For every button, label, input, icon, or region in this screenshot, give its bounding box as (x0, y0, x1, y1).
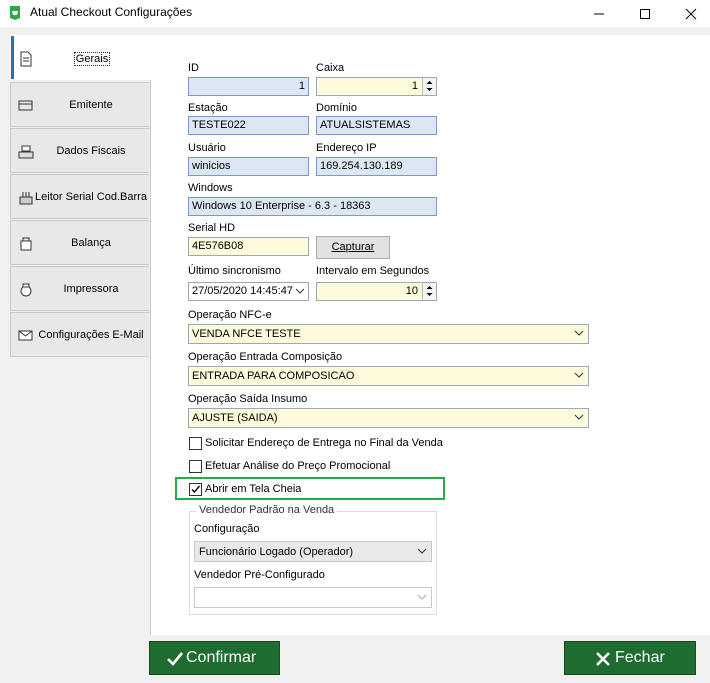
checkbox-endereco-entrega[interactable] (189, 437, 202, 450)
intervalo-spin[interactable] (422, 283, 436, 300)
windows-field[interactable]: Windows 10 Enterprise - 6.3 - 18363 (188, 197, 437, 216)
caixa-spin[interactable] (422, 78, 436, 95)
app-logo-icon (10, 6, 20, 20)
dominio-field[interactable]: ATUALSISTEMAS (316, 116, 437, 135)
tab-dados-fiscais[interactable]: Dados Fiscais (10, 128, 149, 173)
checkbox-analise-preco-label: Efetuar Análise do Preço Promocional (205, 460, 391, 472)
x-icon (596, 652, 610, 666)
vendedor-config-label: Configuração (194, 523, 260, 535)
id-field[interactable]: 1 (188, 77, 309, 96)
chevron-down-icon (417, 594, 427, 600)
ip-field[interactable]: 169.254.130.189 (316, 157, 437, 176)
highlight-frame (175, 477, 445, 500)
close-dialog-button[interactable]: Fechar (564, 641, 696, 675)
estacao-label: Estação (188, 102, 228, 114)
caret-up-icon[interactable] (423, 78, 436, 86)
tab-label: Leitor Serial Cod.Barra (35, 191, 147, 203)
estacao-field[interactable]: TESTE022 (188, 116, 309, 135)
usuario-field[interactable]: winicios (188, 157, 309, 176)
check-icon (167, 652, 184, 666)
chevron-down-icon (574, 372, 584, 378)
close-icon (685, 8, 697, 20)
active-tab-indicator (11, 36, 14, 79)
maximize-button[interactable] (622, 0, 668, 27)
serial-label: Serial HD (188, 222, 236, 234)
chevron-down-icon (574, 330, 584, 336)
op-entrada-label: Operação Entrada Composição (188, 351, 343, 363)
tab-label: Gerais (73, 52, 111, 66)
minimize-icon (594, 13, 604, 15)
usuario-label: Usuário (188, 142, 226, 154)
tab-label: Dados Fiscais (56, 145, 126, 157)
close-label: Fechar (615, 649, 665, 666)
chevron-down-icon (417, 548, 427, 554)
windows-label: Windows (188, 182, 233, 194)
window-title: Atual Checkout Configurações (30, 5, 193, 19)
vendedor-config-select[interactable]: Funcionário Logado (Operador) (194, 541, 432, 562)
chevron-down-icon (574, 414, 584, 420)
minimize-button[interactable] (576, 0, 622, 27)
tab-emitente[interactable]: Emitente (10, 82, 149, 127)
tab-configuracoes-email[interactable]: Configurações E-Mail (10, 312, 149, 357)
op-saida-value: AJUSTE (SAIDA) (192, 412, 278, 424)
capturar-button[interactable]: Capturar (316, 236, 390, 259)
intervalo-label: Intervalo em Segundos (316, 265, 430, 277)
caret-down-icon[interactable] (423, 291, 436, 299)
op-nfce-select[interactable]: VENDA NFCE TESTE (188, 324, 589, 344)
id-label: ID (188, 62, 199, 74)
intervalo-value: 10 (405, 285, 418, 297)
op-entrada-value: ENTRADA PARA COMPOSICAO (192, 370, 355, 382)
vendedor-preconf-select[interactable] (194, 587, 432, 608)
caret-up-icon[interactable] (423, 283, 436, 291)
sync-label: Último sincronismo (188, 265, 281, 277)
caixa-stepper[interactable]: 1 (316, 77, 437, 96)
title-bar: Atual Checkout Configurações (0, 0, 710, 27)
dominio-label: Domínio (316, 102, 357, 114)
op-nfce-label: Operação NFC-e (188, 309, 272, 321)
caret-down-icon[interactable] (423, 86, 436, 94)
tab-leitor-serial[interactable]: Leitor Serial Cod.Barra (10, 174, 149, 219)
serial-field[interactable]: 4E576B08 (188, 237, 309, 256)
chevron-down-icon (295, 288, 305, 294)
vendedor-config-value: Funcionário Logado (Operador) (199, 546, 354, 558)
op-nfce-value: VENDA NFCE TESTE (192, 328, 301, 340)
tab-label: Impressora (63, 283, 119, 295)
sync-datetime-picker[interactable]: 27/05/2020 14:45:47 (188, 282, 309, 301)
capturar-label: Capturar (331, 241, 375, 253)
checkbox-analise-preco[interactable] (189, 460, 202, 473)
tab-label: Emitente (69, 99, 113, 111)
caixa-value: 1 (411, 80, 418, 92)
vendedor-preconf-label: Vendedor Pré-Configurado (194, 569, 325, 581)
tab-balanca[interactable]: Balança (10, 220, 149, 265)
op-saida-label: Operação Saída Insumo (188, 393, 308, 405)
tab-label: Balança (71, 237, 111, 249)
tab-gerais[interactable]: Gerais (10, 35, 151, 80)
maximize-icon (640, 9, 650, 19)
sync-value: 27/05/2020 14:45:47 (192, 285, 293, 297)
ip-label: Endereço IP (316, 142, 377, 154)
op-entrada-select[interactable]: ENTRADA PARA COMPOSICAO (188, 366, 589, 386)
close-button[interactable] (668, 0, 710, 27)
checkbox-endereco-entrega-label: Solicitar Endereço de Entrega no Final d… (205, 437, 443, 449)
tab-impressora[interactable]: Impressora (10, 266, 149, 311)
vendedor-group-title: Vendedor Padrão na Venda (196, 504, 338, 516)
confirm-label: Confirmar (186, 649, 257, 666)
op-saida-select[interactable]: AJUSTE (SAIDA) (188, 408, 589, 428)
confirm-button[interactable]: Confirmar (149, 641, 280, 675)
intervalo-stepper[interactable]: 10 (316, 282, 437, 301)
tab-label: Configurações E-Mail (38, 329, 144, 341)
caixa-label: Caixa (316, 62, 345, 74)
